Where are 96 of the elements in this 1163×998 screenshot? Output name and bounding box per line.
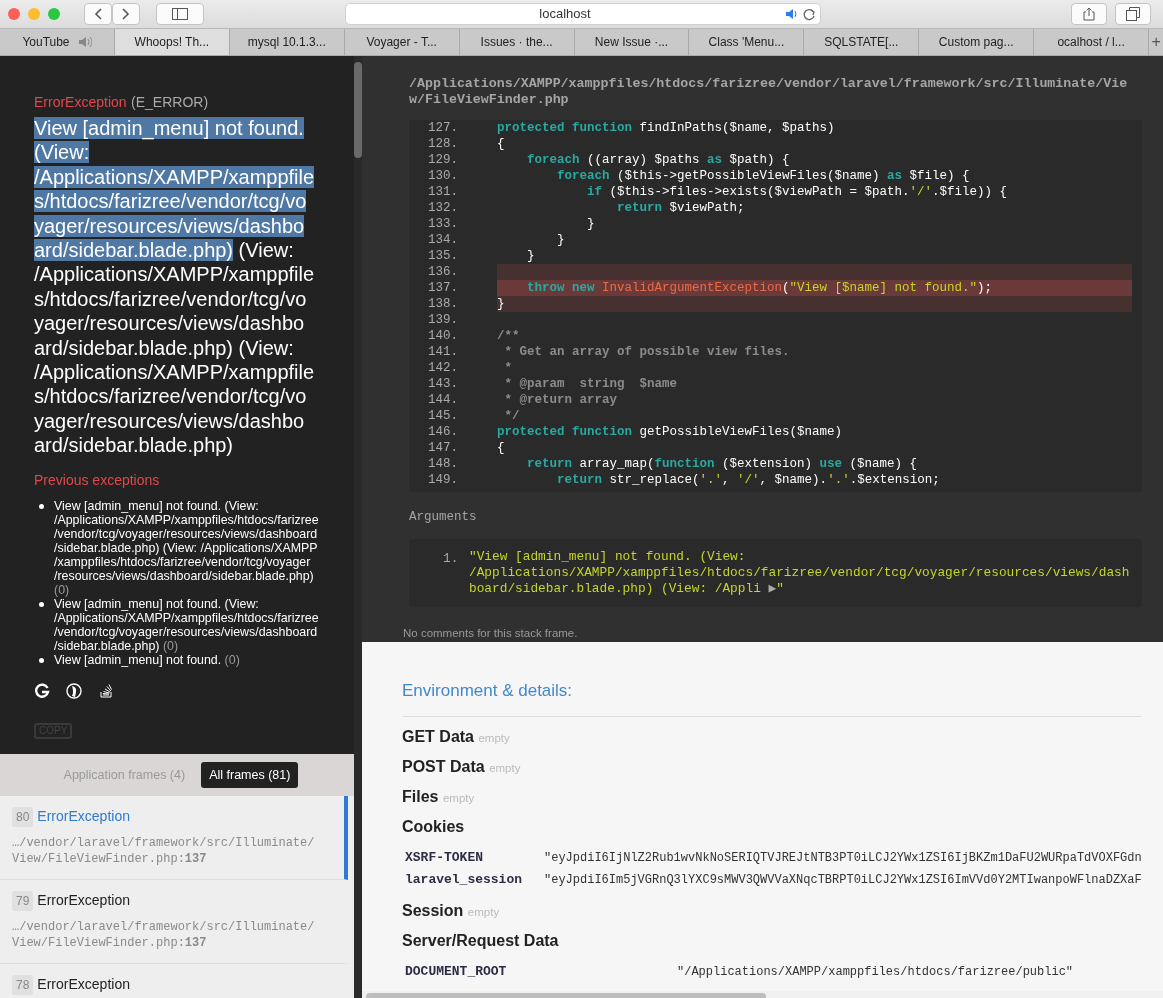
variable-value: "eyJpdiI6IjNlZ2Rub1wvNkNoSERIQTVJREJtNTB3PT0iLCJ2YWx1ZSI6IjBKZm1DaFU2WURpaTdVOXFGdn [544,849,1142,867]
empty-label: empty [489,761,521,774]
frame-title: ErrorException [37,891,130,910]
code-line: return $viewPath; [616,200,746,216]
code-line: } [586,216,596,232]
bullet-icon [39,657,44,663]
url-text: localhost [538,5,592,24]
sidebar-button[interactable] [156,3,204,25]
code-line: protected function getPossibleViewFiles($name) [497,424,844,440]
frame-title: ErrorException [37,807,130,826]
forward-button[interactable] [112,3,140,25]
browser-tab[interactable]: Voyager - T... [344,29,460,55]
argument-value: "View [admin_menu] not found. (View: /Applications/XAMPP/xamppfiles/htdocs/farizree/vendor/tcg/voyager/resources/views/dashboard/sidebar.blade.php) (View: /Appli ▶" [469,548,1131,597]
code-line: foreach ($this->getPossibleViewFiles($name) as $file) { [556,168,971,184]
sidebar-icon [172,8,188,20]
section-title: Environment & details: [402,678,1142,717]
exception-type: ErrorException [34,94,127,110]
frame-path: …/vendor/laravel/framework/src/Illuminate/View/FileViewFinder.php:137 [12,835,316,867]
code-line: } [526,248,536,264]
window-close-button[interactable] [8,8,20,20]
code-line: return str_replace('.', '/', $name).'.'.$extension; [556,472,941,488]
previous-exception: View [admin_menu] not found. (View: /Applications/XAMPP/xamppfiles/htdocs/farizree/vendor/tcg/voyager/resources/views/dashboard/sidebar.blade.php) (View: /Applications/XAMPP/xamppfiles/htdocs/farizree/vendor/tcg/voyager/resources/views/dashboard/sidebar.blade.php) (0) [54,498,320,597]
stack-icon[interactable] [98,682,114,699]
chevron-left-icon [94,8,102,20]
exception-message: View [admin_menu] not found. (View: /Applications/XAMPP/xamppfiles/htdocs/farizree/vendor/tcg/voyager/resources/views/dashboard/sidebar.blade.php) (View: /Applications/XAMPP/xamppfiles/htdocs/farizree/vendor/tcg/voyager/resources/views/dashboard/sidebar.blade.php) (View: /Applications/XAMPP/xamppfiles/htdocs/farizree/vendor/tcg/voyager/resources/views/dashboard/sidebar.blade.php) [34,116,315,458]
speaker-icon[interactable] [784,8,799,20]
stack-frame[interactable]: 79 ErrorException …/vendor/laravel/framework/src/Illuminate/View/FileViewFinder.php:137 [0,880,348,964]
details-heading: POST Data [402,757,485,775]
code-line: * [503,360,513,376]
duck-icon[interactable] [66,682,82,699]
scrollbar[interactable] [354,56,362,998]
variable-name: XSRF-TOKEN [405,848,484,867]
arguments-label: Arguments [409,509,478,526]
browser-tab[interactable]: Class 'Menu... [689,29,805,55]
browser-tab[interactable]: YouTube [0,29,115,55]
details-heading: Session [402,901,464,919]
details-heading: Server/Request Data [402,931,559,949]
tabs-button[interactable] [1115,3,1151,25]
section-heading: Previous exceptions [34,470,161,490]
share-icon [1083,7,1095,21]
browser-tab[interactable]: Whoops! Th... [114,29,230,55]
browser-tab[interactable]: Custom pag... [919,29,1035,55]
empty-label: empty [442,791,475,804]
stack-frame[interactable]: 80 ErrorException …/vendor/laravel/framework/src/Illuminate/View/FileViewFinder.php:137 [0,796,348,880]
file-path: /Applications/XAMPP/xamppfiles/htdocs/farizree/vendor/laravel/framework/src/Illuminate/View/FileViewFinder.php [409,76,1129,108]
code-line: { [497,440,506,456]
speaker-icon[interactable] [77,36,92,48]
code-line: foreach ((array) $paths as $path) { [526,152,791,168]
frame-filter-tab[interactable]: All frames (81) [201,761,299,789]
chevron-right-icon [122,8,130,20]
code-line: */ [503,408,521,424]
empty-label: empty [467,905,500,918]
window-zoom-button[interactable] [48,8,60,20]
browser-tab[interactable]: ocalhost / l... [1034,29,1150,55]
horizontal-scrollbar[interactable] [362,990,1163,998]
code-line: protected function findInPaths($name, $paths) [497,120,836,136]
browser-tab[interactable]: New Issue ·... [574,29,690,55]
share-button[interactable] [1071,3,1107,25]
argument-number: 1. [443,549,460,568]
code-line: /** [497,328,521,344]
details-heading: GET Data [402,727,474,745]
details-heading: Cookies [402,817,465,835]
frame-number: 78 [12,974,34,995]
code-line: * @param string $name [503,376,679,392]
search-engine-icon[interactable] [34,682,50,699]
frame-number: 79 [12,890,34,911]
stack-frame[interactable]: 78 ErrorException [0,964,348,998]
code-line: * Get an array of possible view files. [503,344,791,360]
browser-tab[interactable]: mysql 10.1.3... [229,29,345,55]
bullet-icon [39,503,44,509]
variable-value: "eyJpdiI6Im5jVGRnQ3lYXC9sMWV3QWVVaXNqcTBRPT0iLCJ2YWx1ZSI6ImVVd0Y2MTIwanpoWFlnaDZXaF [544,871,1142,889]
code-line: if ($this->files->exists($viewPath = $path.'/'.$file)) { [586,184,1009,200]
frame-title: ErrorException [37,975,130,994]
variable-value: "/Applications/XAMPP/xamppfiles/htdocs/farizree/public" [677,963,1074,981]
variable-name: DOCUMENT_ROOT [405,962,508,981]
tabs-icon [1126,7,1140,21]
previous-exception: View [admin_menu] not found. (View: /Applications/XAMPP/xamppfiles/htdocs/farizree/vendor/tcg/voyager/resources/views/dashboard/sidebar.blade.php) (0) [54,596,320,653]
code-line: return array_map(function ($extension) use ($name) { [526,456,919,472]
details-heading: Files [402,787,439,805]
previous-exception: View [admin_menu] not found. (0) [54,652,240,667]
browser-tab[interactable]: Issues · the... [459,29,575,55]
back-button[interactable] [84,3,112,25]
frame-number: 80 [12,806,34,827]
address-bar[interactable]: localhost [344,3,821,25]
code-line: * @return array [503,392,619,408]
code-line: { [497,136,506,152]
bullet-icon [39,601,44,607]
variable-name: laravel_session [405,870,524,889]
new-tab-button[interactable]: + [1149,29,1163,55]
error-code: (E_ERROR) [131,94,209,110]
browser-tab[interactable]: SQLSTATE[... [804,29,920,55]
reload-icon[interactable] [802,7,816,21]
comment-note: No comments for this stack frame. [403,625,579,641]
code-line: } [556,232,566,248]
frame-path: …/vendor/laravel/framework/src/Illuminate/View/FileViewFinder.php:137 [12,919,316,951]
empty-label: empty [478,731,510,744]
